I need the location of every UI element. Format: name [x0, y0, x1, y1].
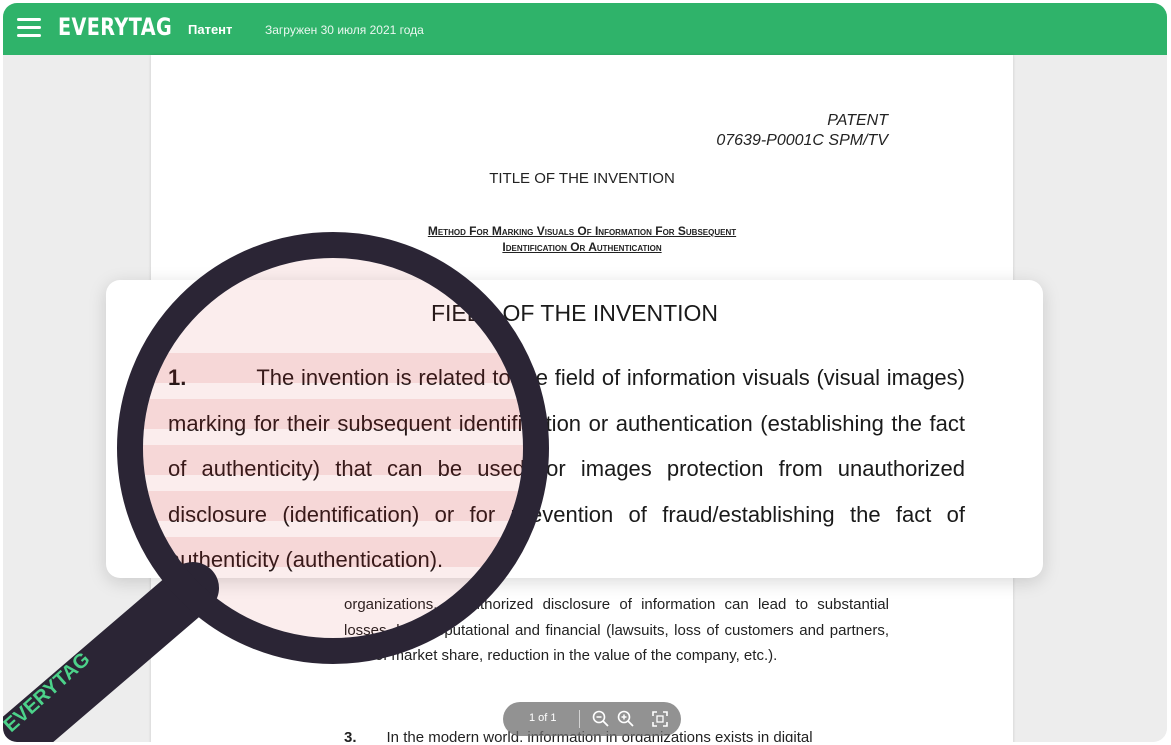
- zoomed-paragraph-number: 1.: [168, 365, 187, 390]
- patent-number: 07639-P0001C SPM/TV: [716, 132, 888, 149]
- paragraph-3-number: 3.: [344, 729, 357, 742]
- invention-title-line-2: Identification Or Authentication: [502, 240, 662, 254]
- zoom-in-icon[interactable]: [615, 708, 637, 730]
- title-heading: TITLE OF THE INVENTION: [489, 170, 675, 187]
- zoomed-paragraph: 1. The invention is related to the field …: [168, 355, 965, 583]
- zoomed-paragraph-text: The invention is related to the field of…: [168, 365, 965, 572]
- zoomed-section-heading: FIELD OF THE INVENTION: [430, 300, 719, 326]
- fit-page-icon[interactable]: [649, 708, 671, 730]
- toolbar-separator: [579, 710, 580, 728]
- document-type-label: Патент: [188, 22, 233, 37]
- top-bar: EVERYTAG Патент Загружен 30 июля 2021 го…: [3, 3, 1167, 55]
- page-toolbar: 1 of 1: [503, 702, 681, 736]
- app-window: EVERYTAG Патент Загружен 30 июля 2021 го…: [3, 3, 1167, 742]
- paragraph-2: organizations, unauthorized disclosure o…: [344, 596, 889, 664]
- page-indicator: 1 of 1: [529, 712, 557, 724]
- upload-date: Загружен 30 июля 2021 года: [265, 23, 424, 37]
- everytag-logo[interactable]: EVERYTAG: [58, 13, 172, 41]
- invention-title: Method For Marking Visuals Of Informatio…: [151, 223, 1013, 255]
- invention-title-line-1: Method For Marking Visuals Of Informatio…: [427, 224, 737, 238]
- zoom-out-icon[interactable]: [590, 708, 612, 730]
- patent-label: PATENT: [827, 112, 888, 129]
- zoomed-text-card: FIELD OF THE INVENTION 1. The invention i…: [106, 280, 1043, 578]
- hamburger-menu-icon[interactable]: [17, 18, 41, 38]
